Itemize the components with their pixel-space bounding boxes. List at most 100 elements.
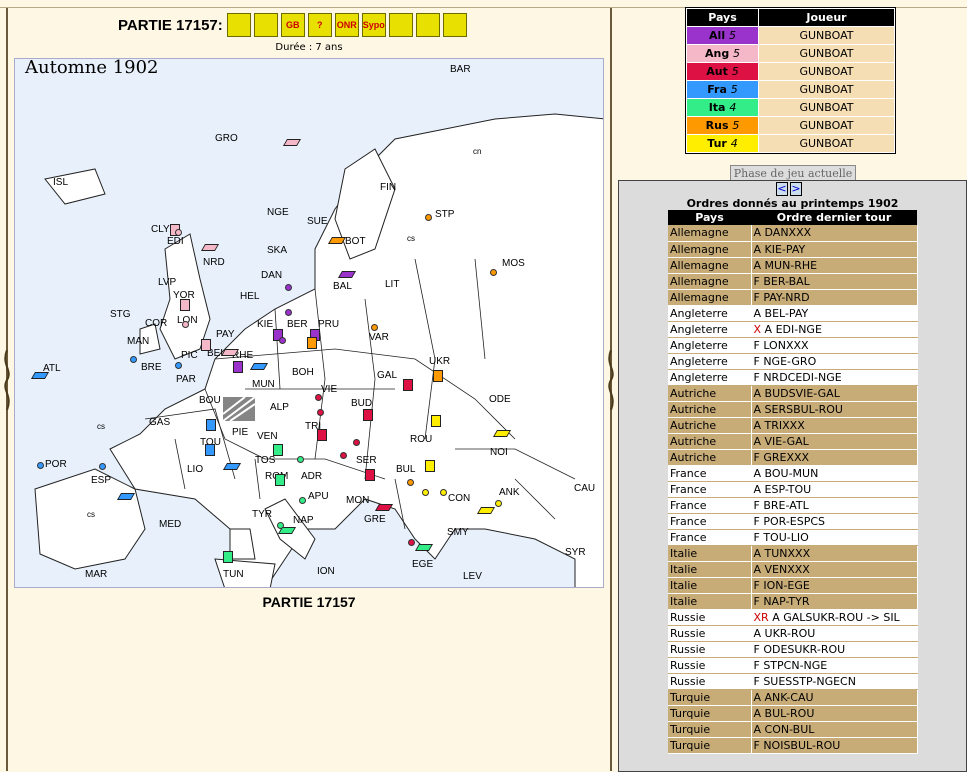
army-icon <box>201 339 211 351</box>
province-syr: SYR <box>565 547 586 558</box>
document-icon[interactable] <box>388 13 413 37</box>
order-text-cell: F BER-BAL <box>751 273 918 290</box>
screen-icon[interactable] <box>415 13 440 37</box>
country-abbrev: All <box>709 29 726 42</box>
order-row: France A BOU-MUN <box>668 465 918 482</box>
order-text: A MUN-RHE <box>753 258 818 272</box>
order-text-cell: F TOU-LIO <box>751 529 918 546</box>
player-country: All 5 <box>686 26 759 45</box>
province-noi: NOI <box>490 447 508 458</box>
players-header-country: Pays <box>686 8 759 27</box>
supply-center-count: 5 <box>728 29 736 42</box>
order-country: France <box>668 497 752 514</box>
order-country: Russie <box>668 673 752 690</box>
province-nge: NGE <box>267 207 289 218</box>
order-row: France A ESP-TOU <box>668 481 918 498</box>
order-text-cell: F POR-ESPCS <box>751 513 918 530</box>
player-name: GUNBOAT <box>758 134 895 153</box>
order-country: Russie <box>668 625 752 642</box>
army-icon <box>403 379 413 391</box>
player-country: Ang 5 <box>686 44 759 63</box>
army-icon <box>307 337 317 349</box>
province-por: POR <box>45 459 67 470</box>
supply-center-count: 4 <box>729 101 737 114</box>
province-bar: BAR <box>450 64 471 75</box>
player-row: Tur 4 GUNBOAT <box>686 134 895 153</box>
army-icon <box>205 444 215 456</box>
province-stg: STG <box>110 309 131 320</box>
province-gas: GAS <box>149 417 171 428</box>
province-lit: LIT <box>385 279 400 290</box>
order-row: Allemagne A KIE-PAY <box>668 241 918 258</box>
order-text: A CON-BUL <box>753 722 815 736</box>
order-row: Italie F NAP-TYR <box>668 593 918 610</box>
order-text: A UKR-ROU <box>753 626 816 640</box>
supply-center-icon <box>340 452 347 459</box>
order-row: Russie A UKR-ROU <box>668 625 918 642</box>
order-row: France F TOU-LIO <box>668 529 918 546</box>
supply-center-count: 4 <box>730 137 738 150</box>
player-row: All 5 GUNBOAT <box>686 26 895 45</box>
player-icon[interactable] <box>442 13 467 37</box>
order-text: A VENXXX <box>753 562 810 576</box>
province-mon: MON <box>346 495 370 506</box>
smiley-icon[interactable] <box>253 13 278 37</box>
province-ege: EGE <box>412 559 434 570</box>
order-country: Angleterre <box>668 321 752 338</box>
order-row: Italie A VENXXX <box>668 561 918 578</box>
supply-center-icon <box>440 489 447 496</box>
coast-label: cs <box>407 234 415 243</box>
province-bal: BAL <box>333 281 352 292</box>
province-ank: ANK <box>499 487 520 498</box>
player-country: Tur 4 <box>686 134 759 153</box>
order-country: Turquie <box>668 737 752 754</box>
help-icon[interactable]: ? <box>307 13 332 37</box>
order-country: Turquie <box>668 705 752 722</box>
gb-flag-icon[interactable]: GB <box>280 13 305 37</box>
order-text: A EDI-NGE <box>764 322 822 336</box>
province-gre: GRE <box>364 514 386 525</box>
supply-center-icon <box>99 463 106 470</box>
order-text: A BUDSVIE-GAL <box>753 386 840 400</box>
province-bud: BUD <box>351 398 373 409</box>
army-icon <box>363 409 373 421</box>
order-text: A DANXXX <box>753 226 812 240</box>
province-med: MED <box>159 519 182 530</box>
order-country: Turquie <box>668 689 752 706</box>
cannon-icon[interactable] <box>226 13 251 37</box>
order-text: A BEL-PAY <box>753 306 809 320</box>
order-country: Italie <box>668 561 752 578</box>
orders-header-country: Pays <box>668 210 751 225</box>
order-row: France F POR-ESPCS <box>668 513 918 530</box>
order-text-cell: F LONXXX <box>751 337 918 354</box>
player-name: GUNBOAT <box>758 44 895 63</box>
province-bre: BRE <box>141 362 162 373</box>
order-country: Italie <box>668 577 752 594</box>
previous-phase-button[interactable]: < <box>776 182 788 196</box>
province-vie: VIE <box>321 384 338 395</box>
order-country: Autriche <box>668 401 752 418</box>
order-text-cell: A TUNXXX <box>751 545 918 562</box>
order-row: Russie F STPCN-NGE <box>668 657 918 674</box>
army-icon <box>273 444 283 456</box>
player-row: Fra 5 GUNBOAT <box>686 80 895 99</box>
province-stp: STP <box>435 209 455 220</box>
order-country: France <box>668 481 752 498</box>
order-text-cell: F STPCN-NGE <box>751 657 918 674</box>
diplomacy-map[interactable]: Automne 1902 BAR GRO ISL FIN STP NGE SUE BOT MOS… <box>14 58 604 588</box>
supply-center-icon <box>277 522 284 529</box>
province-tos: TOS <box>255 455 276 466</box>
order-text-cell: F ODESUKR-ROU <box>751 641 918 658</box>
sypo-icon[interactable]: Sypo <box>361 13 386 37</box>
order-text-cell: A BOU-MUN <box>751 465 918 482</box>
next-phase-button[interactable]: > <box>790 182 802 196</box>
map-land-svg <box>34 113 603 587</box>
supply-center-icon <box>285 284 292 291</box>
province-ska: SKA <box>267 245 288 256</box>
order-country: France <box>668 513 752 530</box>
onr-icon[interactable]: ONR <box>334 13 359 37</box>
order-country: Turquie <box>668 721 752 738</box>
province-boh: BOH <box>292 367 314 378</box>
province-tyr: TYR <box>252 509 272 520</box>
order-row: Autriche F GREXXX <box>668 449 918 466</box>
